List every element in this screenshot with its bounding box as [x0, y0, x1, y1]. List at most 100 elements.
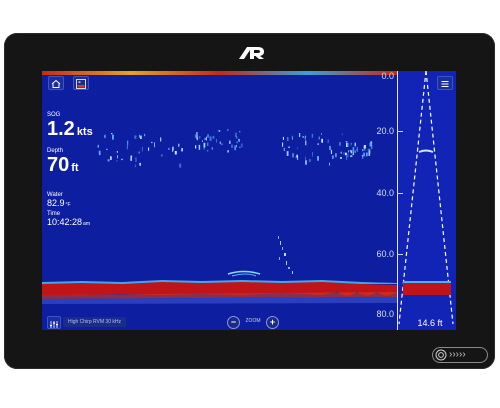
- sliders-icon: [50, 321, 58, 328]
- power-swipe-control[interactable]: ›››››: [432, 347, 488, 363]
- echo-speck: [347, 153, 349, 158]
- echo-speck: [207, 134, 209, 138]
- echo-speck: [130, 155, 133, 158]
- echo-speck: [195, 145, 197, 149]
- transducer-beam-cone: [398, 71, 454, 325]
- echo-speck: [332, 155, 334, 159]
- echo-speck: [305, 140, 307, 146]
- echo-speck: [321, 133, 322, 135]
- home-icon: [51, 79, 61, 88]
- echo-speck: [305, 156, 306, 161]
- menu-button[interactable]: [437, 76, 453, 90]
- echo-speck: [134, 135, 137, 139]
- echo-speck: [212, 135, 215, 139]
- zoom-range-readout: 14.6 ft: [417, 318, 443, 328]
- echo-speck: [296, 147, 298, 149]
- home-button[interactable]: [48, 76, 64, 90]
- echo-speck: [97, 144, 99, 148]
- echo-speck: [286, 151, 289, 156]
- echo-speck: [311, 133, 314, 138]
- echo-speck: [104, 135, 105, 138]
- echo-speck: [366, 152, 368, 157]
- sonar-screen[interactable]: SOG 1.2 kts Depth 70 ft Water 82.9°F Time …: [42, 71, 456, 330]
- echo-speck: [160, 137, 162, 142]
- echo-speck: [239, 131, 241, 133]
- sonar-bottom-bar: High Chirp RVM 30 kHz − ZOOM +: [42, 314, 397, 330]
- echo-speck: [227, 150, 229, 153]
- echo-speck: [106, 148, 108, 150]
- echo-speck: [236, 136, 238, 139]
- echo-speck: [216, 139, 217, 143]
- water-temp-number: 82.9: [47, 198, 65, 208]
- echo-speck: [339, 142, 341, 146]
- echo-speck: [203, 142, 206, 148]
- sog-value: 1.2 kts: [47, 118, 93, 141]
- echo-speck: [181, 148, 183, 152]
- echo-speck: [231, 144, 233, 148]
- echo-speck: [227, 129, 229, 131]
- echo-speck: [234, 145, 236, 151]
- echo-speck: [140, 135, 142, 139]
- depth-number: 70: [47, 154, 70, 176]
- echo-speck: [236, 141, 238, 144]
- sonar-app-icon: [76, 79, 86, 89]
- echo-speck: [229, 140, 231, 144]
- hamburger-menu-icon: [441, 81, 449, 87]
- raymarine-r-logo: [239, 47, 264, 59]
- echo-speck: [235, 132, 237, 138]
- echo-speck: [194, 134, 197, 138]
- echo-speck: [134, 164, 136, 168]
- echo-speck: [151, 141, 153, 144]
- depth-tick-mark: [397, 193, 403, 194]
- echo-speck: [239, 146, 241, 148]
- echo-speck: [148, 147, 150, 151]
- echo-speck: [369, 142, 372, 147]
- echo-speck: [299, 133, 301, 137]
- echo-speck: [368, 151, 371, 156]
- echo-speck: [117, 155, 118, 159]
- echo-speck: [329, 162, 330, 166]
- sonar-channel-selector[interactable]: High Chirp RVM 30 kHz: [63, 317, 126, 327]
- echo-speck: [312, 152, 313, 157]
- echo-speck: [202, 140, 203, 142]
- depth-tick-60: 60.0: [376, 249, 394, 259]
- echo-speck: [362, 154, 364, 159]
- echo-speck: [335, 153, 337, 158]
- echo-speck: [345, 141, 348, 143]
- echo-speck: [349, 150, 351, 152]
- echo-speck: [350, 150, 353, 154]
- echo-speck: [354, 150, 356, 154]
- echo-speck: [221, 143, 223, 145]
- echo-speck: [161, 154, 163, 157]
- echo-speck: [354, 142, 356, 147]
- echo-speck: [330, 149, 332, 154]
- echo-speck: [219, 141, 221, 145]
- echo-speck: [317, 143, 319, 145]
- echo-speck: [346, 155, 348, 160]
- depth-tick-0: 0.0: [381, 71, 394, 81]
- sog-unit: kts: [76, 126, 93, 138]
- zoom-in-button[interactable]: +: [266, 316, 279, 329]
- depth-tick-20: 20.0: [376, 126, 394, 136]
- echo-speck: [304, 137, 306, 140]
- echo-speck: [282, 136, 284, 140]
- echo-speck: [283, 147, 285, 152]
- echo-speck: [209, 136, 212, 141]
- echo-speck: [238, 138, 240, 142]
- sonar-settings-button[interactable]: [47, 316, 61, 329]
- echo-speck: [110, 156, 112, 160]
- sonar-echo-display[interactable]: [42, 71, 397, 330]
- echo-speck: [126, 144, 128, 150]
- echo-speck: [296, 154, 298, 158]
- echo-speck: [217, 129, 219, 132]
- time-unit: am: [83, 221, 90, 227]
- sonar-app-button[interactable]: [73, 76, 89, 90]
- echo-speck: [144, 133, 146, 137]
- echo-speck: [288, 146, 290, 148]
- depth-tick-40: 40.0: [376, 188, 394, 198]
- echo-speck: [345, 152, 347, 156]
- echo-speck: [363, 145, 366, 148]
- echo-speck: [304, 135, 307, 138]
- water-temp-unit: °F: [65, 202, 71, 208]
- echo-speck: [139, 162, 141, 166]
